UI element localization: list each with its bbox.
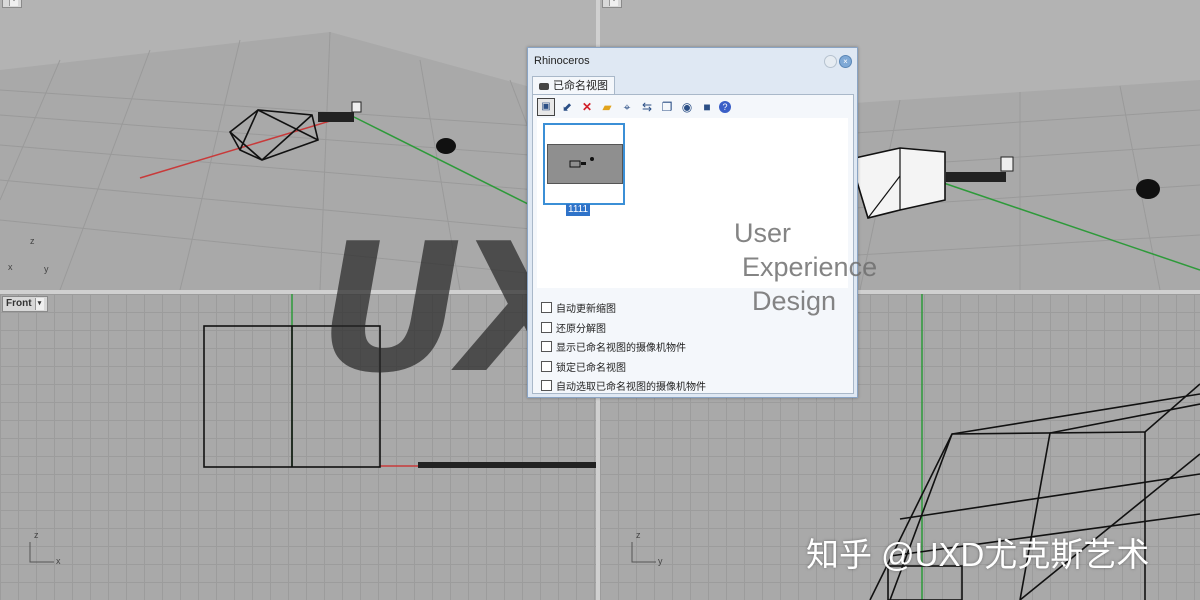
named-view-label[interactable]: 1111 [566,204,591,216]
view-preview-image [547,144,623,184]
viewport-tab-perspective-2[interactable]: ▾ [602,0,622,8]
camera-icon [539,82,549,90]
named-views-toolbar: ▣ ⬋ ✕ ▰ ⌖ ⇆ ❐ ◉ ■ ? [537,98,731,116]
viewport-menu-chevron-icon[interactable]: ▾ [9,0,18,6]
show-camera-objects-checkbox[interactable]: 显示已命名视图的摄像机物件 [541,337,706,357]
axis-x-label: x [8,262,13,272]
credit-watermark: 知乎 @UXD尤克斯艺术 [806,536,1150,573]
checkbox-box[interactable] [541,380,552,392]
view-icon[interactable]: ◉ [679,99,695,115]
select-icon[interactable]: ⌖ [619,99,635,115]
window-icon[interactable]: ■ [699,99,715,115]
watermark-line-design: Design [752,286,837,316]
checkbox-box[interactable] [541,302,552,314]
checkbox-box[interactable] [541,360,552,372]
help-icon[interactable]: ? [719,101,731,113]
checkbox-box[interactable] [541,341,552,353]
axis-y-label: y [44,264,49,274]
watermark-line-experience: Experience [742,252,878,282]
named-view-thumbnail[interactable] [543,123,625,205]
copy-icon[interactable]: ❐ [659,99,675,115]
dialog-panel: ▣ ⬋ ✕ ▰ ⌖ ⇆ ❐ ◉ ■ ? 1111 自动更新缩图 还原分解图 显示… [532,94,854,394]
delete-icon[interactable]: ✕ [579,99,595,115]
tab-named-views[interactable]: 已命名视图 [532,76,615,95]
options-list: 自动更新缩图 还原分解图 显示已命名视图的摄像机物件 锁定已命名视图 自动选取已… [541,298,706,396]
restore-exploded-checkbox[interactable]: 还原分解图 [541,318,706,338]
lock-named-views-checkbox[interactable]: 锁定已命名视图 [541,357,706,377]
named-views-dialog[interactable]: Rhinoceros × 已命名视图 ▣ ⬋ ✕ ▰ ⌖ ⇆ ❐ ◉ ■ ? 1… [527,47,858,398]
import-icon[interactable]: ⬋ [559,99,575,115]
save-icon[interactable]: ▣ [537,98,555,116]
minimize-button[interactable] [824,55,837,68]
close-button[interactable]: × [839,55,852,68]
front-axis-gizmo [29,542,54,563]
auto-update-thumbnail-checkbox[interactable]: 自动更新缩图 [541,298,706,318]
viewport-tab-perspective[interactable]: ▾ [2,0,22,8]
axis-z-label: z [30,236,35,246]
auto-select-camera-checkbox[interactable]: 自动选取已命名视图的摄像机物件 [541,376,706,396]
dialog-title: Rhinoceros [534,55,590,67]
open-folder-icon[interactable]: ▰ [599,99,615,115]
restore-icon[interactable]: ⇆ [639,99,655,115]
watermark-line-user: User [734,218,792,248]
viewport-menu-chevron-icon[interactable]: ▾ [609,0,618,6]
checkbox-box[interactable] [541,321,552,333]
